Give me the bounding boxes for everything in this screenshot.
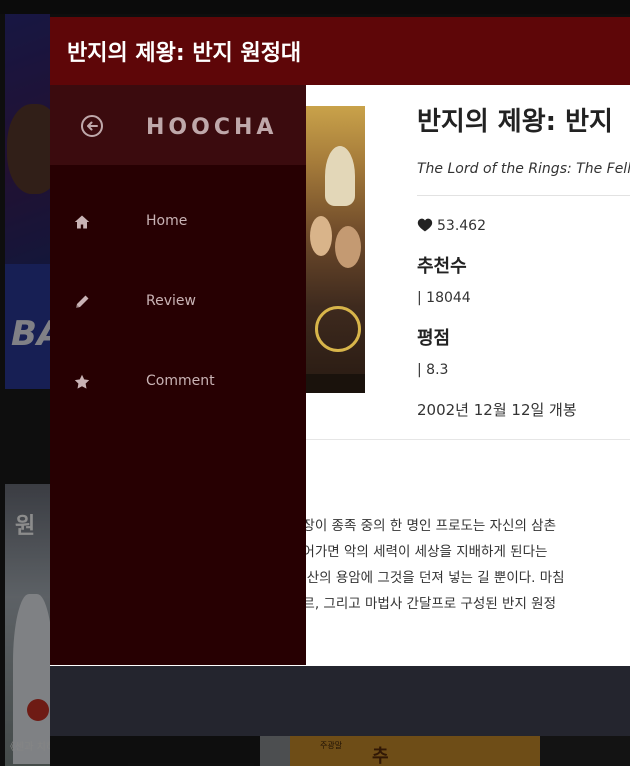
rating-label: 평점 — [417, 328, 451, 349]
sidebar-item-home[interactable]: Home — [50, 202, 306, 242]
movie-original-title: The Lord of the Rings: The Fello — [417, 161, 630, 177]
poster-art — [325, 146, 355, 206]
release-date: 2002년 12월 12일 개봉 — [417, 401, 577, 419]
sidebar: HOOCHA Home Review Comment — [50, 85, 306, 665]
modal-header: 반지의 제왕: 반지 원정대 — [50, 17, 630, 85]
home-icon — [74, 215, 90, 229]
recommend-value: | 18044 — [417, 290, 471, 306]
synopsis-line: 반장이 종족 중의 한 명인 프로도는 자신의 삼촌 — [290, 518, 557, 534]
sidebar-header: HOOCHA — [50, 85, 306, 165]
poster-art — [305, 374, 365, 393]
synopsis: 반장이 종족 중의 한 명인 프로도는 자신의 삼촌 들어가면 악의 세력이 세… — [290, 513, 630, 617]
movie-title: 반지의 제왕: 반지 — [417, 107, 613, 137]
movie-poster — [305, 106, 365, 393]
likes-value: 53.462 — [437, 218, 486, 234]
sidebar-item-comment[interactable]: Comment — [50, 362, 306, 402]
poster-art — [335, 226, 361, 268]
arrow-circle-left-icon[interactable] — [80, 114, 104, 138]
divider — [305, 439, 630, 440]
sidebar-item-label: Comment — [146, 373, 215, 389]
recommend-label: 추천수 — [417, 256, 467, 277]
rating-value: | 8.3 — [417, 362, 449, 378]
star-icon — [74, 374, 90, 389]
heart-icon — [417, 218, 433, 232]
sidebar-item-label: Review — [146, 293, 196, 309]
poster-art — [315, 306, 361, 352]
modal-title: 반지의 제왕: 반지 원정대 — [67, 41, 302, 66]
poster-art — [310, 216, 332, 256]
sidebar-item-review[interactable]: Review — [50, 282, 306, 322]
synopsis-line: 들어가면 악의 세력이 세상을 지배하게 된다는 — [290, 544, 548, 560]
pencil-icon — [76, 295, 89, 308]
divider — [417, 195, 630, 196]
synopsis-line: 미르, 그리고 마법사 간달프로 구성된 반지 원정 — [290, 596, 557, 612]
sidebar-item-label: Home — [146, 213, 188, 229]
synopsis-line: 의 산의 용암에 그것을 던져 넣는 길 뿐이다. 마침 — [290, 570, 565, 586]
brand-logo[interactable]: HOOCHA — [146, 115, 277, 140]
likes-count[interactable]: 53.462 — [417, 218, 486, 234]
